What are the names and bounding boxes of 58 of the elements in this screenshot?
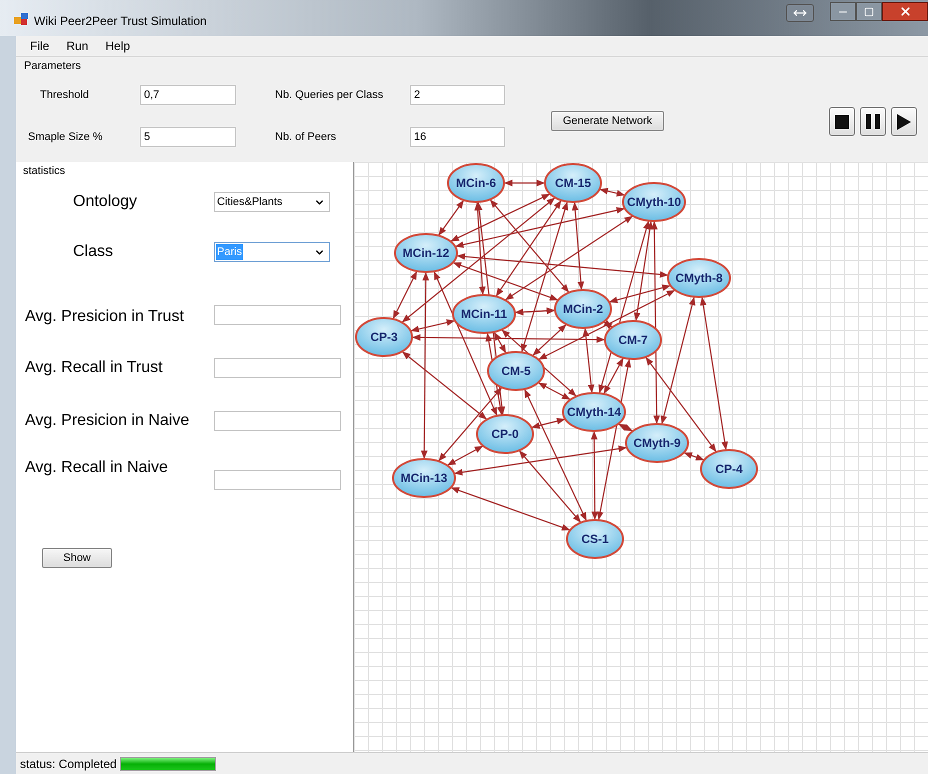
graph-node[interactable]: MCin-13 — [392, 458, 456, 498]
window-title: Wiki Peer2Peer Trust Simulation — [34, 13, 207, 30]
field-label: Nb. of Peers — [275, 130, 338, 145]
pause-button[interactable] — [860, 107, 886, 136]
generate-network-button[interactable]: Generate Network — [551, 111, 664, 131]
dropdown[interactable]: Cities&Plants — [214, 192, 330, 212]
stop-icon — [835, 114, 849, 128]
graph-node[interactable]: MCin-11 — [452, 294, 516, 334]
input-field[interactable] — [214, 305, 341, 325]
field-label: Smaple Size % — [27, 130, 104, 145]
metric-label: Avg. Recall in Naive — [24, 458, 169, 478]
menu-item[interactable]: Run — [66, 37, 88, 55]
graph-node[interactable]: CMyth-8 — [667, 258, 731, 298]
field-label: Nb. Queries per Class — [275, 88, 384, 103]
graph-node[interactable]: CP-3 — [355, 317, 413, 357]
menu-item[interactable]: File — [30, 37, 50, 55]
input-field[interactable]: 16 — [410, 127, 505, 147]
metric-label: Avg. Recall in Trust — [24, 358, 164, 378]
graph-node[interactable]: MCin-12 — [394, 233, 458, 273]
menu-item[interactable]: Help — [105, 37, 130, 55]
field-label: Threshold — [39, 88, 90, 103]
graph-node[interactable]: CS-1 — [566, 519, 624, 559]
arrow — [599, 188, 626, 197]
stop-button[interactable] — [829, 107, 855, 136]
arrow — [504, 180, 545, 186]
dropdown-value: Paris — [216, 244, 244, 260]
play-icon — [897, 114, 911, 130]
close-icon — [898, 5, 912, 18]
pause-icon — [866, 114, 880, 129]
graph-node[interactable]: MCin-2 — [554, 289, 612, 329]
resize-button[interactable] — [786, 4, 814, 22]
metric-label: Avg. Presicion in Trust — [24, 307, 185, 325]
status-text: status: Completed — [20, 756, 117, 772]
graph-node[interactable]: CP-4 — [700, 449, 758, 489]
close-button[interactable] — [882, 2, 928, 21]
input-field[interactable] — [214, 470, 341, 490]
graph-node[interactable]: CP-0 — [476, 414, 534, 454]
input-field[interactable]: 2 — [410, 85, 505, 105]
graph-node[interactable]: CM-7 — [604, 320, 662, 360]
dropdown-label: Class — [72, 242, 114, 262]
input-field[interactable] — [214, 411, 341, 431]
show-button[interactable]: Show — [42, 548, 112, 568]
maximize-icon — [864, 6, 874, 16]
graph-node[interactable]: MCin-6 — [447, 163, 505, 203]
dropdown-value: Cities&Plants — [216, 194, 284, 210]
graph-node[interactable]: CMyth-14 — [562, 392, 626, 432]
graph-node[interactable]: CMyth-9 — [625, 423, 689, 463]
input-field[interactable]: 5 — [140, 127, 236, 147]
play-button[interactable] — [891, 107, 917, 136]
input-field[interactable] — [214, 358, 341, 378]
metric-label: Avg. Presicion in Naive — [24, 411, 190, 431]
dropdown-label: Ontology — [72, 192, 138, 212]
graph-node[interactable]: CMyth-10 — [622, 182, 686, 222]
input-field[interactable]: 0,7 — [140, 85, 236, 105]
graph-node[interactable]: CM-5 — [487, 351, 545, 391]
app-icon — [14, 12, 28, 26]
maximize-button[interactable] — [856, 2, 882, 21]
graph-node[interactable]: CM-15 — [544, 163, 602, 203]
